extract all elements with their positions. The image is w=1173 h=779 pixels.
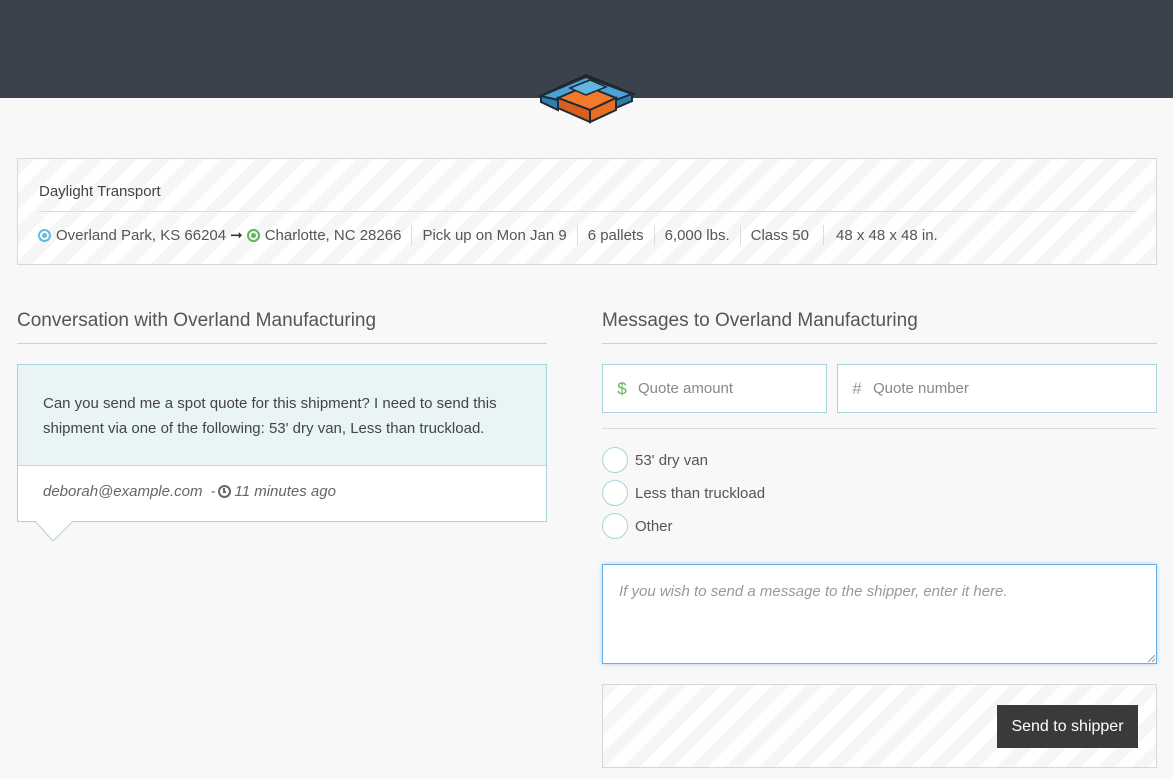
hash-icon: # bbox=[852, 378, 862, 398]
box-logo-icon[interactable] bbox=[536, 70, 638, 124]
quote-number-input[interactable] bbox=[873, 380, 1033, 397]
shipment-weight: 6,000 lbs. bbox=[664, 226, 730, 244]
radio-button[interactable] bbox=[602, 513, 628, 539]
message-meta: deborah@example.com - 11 minutes ago bbox=[43, 483, 336, 500]
quote-amount-field[interactable]: $ bbox=[602, 364, 827, 413]
destination-location: Charlotte, NC 28266 bbox=[264, 226, 402, 244]
origin-location: Overland Park, KS 66204 bbox=[56, 226, 227, 244]
bubble-tail bbox=[35, 521, 74, 542]
send-to-shipper-button[interactable]: Send to shipper bbox=[997, 705, 1138, 748]
divider bbox=[602, 428, 1157, 429]
origin-marker-icon bbox=[38, 228, 51, 242]
pallet-count: 6 pallets bbox=[587, 226, 644, 244]
shipment-details: Overland Park, KS 66204 ➞ Charlotte, NC … bbox=[38, 225, 938, 245]
resize-handle[interactable] bbox=[1148, 655, 1155, 662]
divider bbox=[822, 225, 824, 245]
message-time: 11 minutes ago bbox=[234, 483, 336, 500]
shipment-summary: Daylight Transport Overland Park, KS 662… bbox=[17, 158, 1157, 265]
option-other[interactable]: Other bbox=[602, 513, 673, 539]
radio-button[interactable] bbox=[602, 480, 628, 506]
message-body: Can you send me a spot quote for this sh… bbox=[18, 365, 546, 466]
destination-marker-icon bbox=[246, 228, 260, 242]
quote-amount-input[interactable] bbox=[638, 380, 798, 397]
carrier-name: Daylight Transport bbox=[39, 183, 161, 200]
actions-panel: Send to shipper bbox=[602, 684, 1157, 768]
pickup-date: Pick up on Mon Jan 9 bbox=[422, 226, 567, 244]
message-textarea[interactable] bbox=[602, 564, 1157, 664]
option-dry-van[interactable]: 53' dry van bbox=[602, 447, 708, 473]
message-bubble: Can you send me a spot quote for this sh… bbox=[17, 364, 547, 522]
message-sender: deborah@example.com bbox=[43, 483, 203, 500]
divider bbox=[602, 343, 1157, 344]
radio-button[interactable] bbox=[602, 447, 628, 473]
option-label: 53' dry van bbox=[635, 451, 708, 469]
divider bbox=[576, 225, 578, 245]
option-label: Other bbox=[635, 517, 673, 535]
meta-separator: - bbox=[210, 483, 216, 500]
shipment-dimensions: 48 x 48 x 48 in. bbox=[835, 226, 938, 244]
clock-icon bbox=[218, 485, 232, 498]
conversation-title: Conversation with Overland Manufacturing bbox=[17, 310, 377, 331]
option-less-than-truckload[interactable]: Less than truckload bbox=[602, 480, 765, 506]
divider bbox=[17, 343, 547, 344]
dollar-icon: $ bbox=[617, 378, 627, 398]
quote-number-field[interactable]: # bbox=[837, 364, 1157, 413]
freight-class: Class 50 bbox=[750, 226, 809, 244]
arrow-right-icon: ➞ bbox=[230, 227, 243, 244]
divider bbox=[653, 225, 655, 245]
divider bbox=[739, 225, 741, 245]
divider bbox=[39, 211, 1137, 212]
divider bbox=[411, 225, 413, 245]
option-label: Less than truckload bbox=[635, 484, 766, 502]
messages-title: Messages to Overland Manufacturing bbox=[602, 310, 918, 331]
